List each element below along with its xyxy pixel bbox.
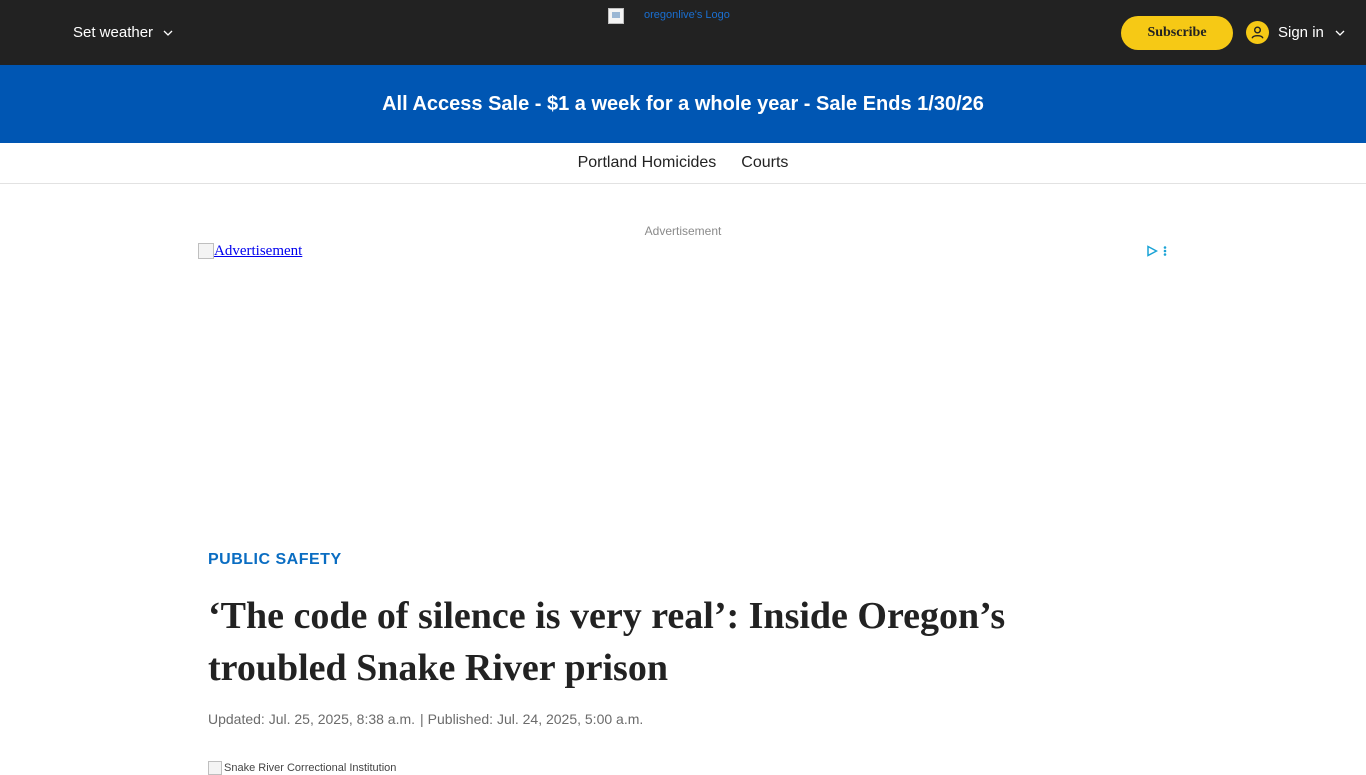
promo-banner[interactable]: All Access Sale - $1 a week for a whole … bbox=[0, 65, 1366, 143]
set-weather-label: Set weather bbox=[73, 24, 154, 41]
article-headline: ‘The code of silence is very real’: Insi… bbox=[208, 595, 1006, 689]
section-link[interactable]: PUBLIC SAFETY bbox=[208, 551, 342, 569]
site-logo[interactable]: oregonlive's Logo bbox=[608, 8, 730, 24]
lead-photo: Snake River Correctional Institution bbox=[208, 761, 396, 775]
article-timestamps: Updated: Jul. 25, 2025, 8:38 a.m. | Publ… bbox=[208, 711, 643, 727]
advertisement-label: Advertisement bbox=[644, 224, 722, 238]
advertisement-slot: Advertisement bbox=[198, 243, 1168, 533]
chevron-down-icon bbox=[163, 30, 173, 36]
broken-image-icon bbox=[198, 243, 214, 259]
section-subnav: Portland Homicides Courts bbox=[0, 143, 1366, 184]
lead-photo-alt-text: Snake River Correctional Institution bbox=[224, 762, 397, 774]
updated-timestamp: Updated: Jul. 25, 2025, 8:38 a.m. bbox=[208, 711, 416, 727]
user-icon bbox=[1246, 21, 1269, 44]
site-header: Set weather oregonlive's Logo Subscribe … bbox=[0, 0, 1366, 65]
published-timestamp: Published: Jul. 24, 2025, 5:00 a.m. bbox=[427, 711, 644, 727]
promo-text: All Access Sale - $1 a week for a whole … bbox=[382, 92, 984, 115]
subnav-item-portland-homicides[interactable]: Portland Homicides bbox=[578, 154, 717, 172]
set-weather-button[interactable]: Set weather bbox=[73, 24, 174, 41]
subscribe-button[interactable]: Subscribe bbox=[1121, 16, 1233, 50]
kebab-menu-icon[interactable] bbox=[1162, 245, 1168, 257]
timestamp-separator: | bbox=[420, 711, 424, 727]
adchoices-controls[interactable] bbox=[1146, 245, 1168, 257]
sign-in-button[interactable]: Sign in bbox=[1246, 21, 1346, 44]
advertisement-image-link[interactable]: Advertisement bbox=[198, 243, 302, 260]
subnav-item-courts[interactable]: Courts bbox=[741, 154, 788, 172]
chevron-down-icon bbox=[1335, 30, 1345, 36]
sign-in-label: Sign in bbox=[1278, 24, 1324, 41]
broken-image-icon bbox=[608, 8, 624, 24]
advertisement-alt-text: Advertisement bbox=[214, 243, 303, 259]
broken-image-icon bbox=[208, 761, 222, 775]
adchoices-icon[interactable] bbox=[1146, 245, 1158, 257]
logo-alt-text: oregonlive's Logo bbox=[644, 9, 730, 21]
